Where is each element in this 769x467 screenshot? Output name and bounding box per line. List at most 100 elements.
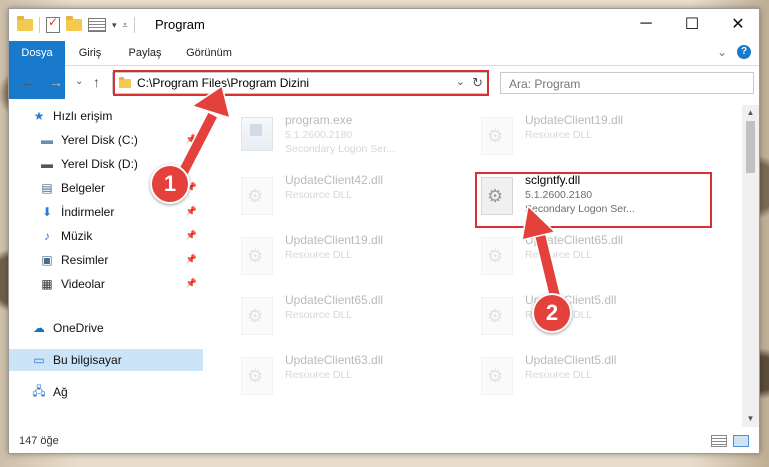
list-item[interactable]: UpdateClient63.dll Resource DLL: [229, 347, 459, 405]
file-name: UpdateClient42.dll: [285, 173, 384, 187]
video-icon: ▦: [41, 277, 53, 291]
minimize-button[interactable]: ─: [623, 9, 669, 39]
chevron-down-icon[interactable]: ▾: [112, 20, 117, 31]
list-item[interactable]: UpdateClient42.dll Resource DLL: [229, 167, 459, 225]
scroll-down-icon[interactable]: ▼: [742, 411, 759, 427]
sidebar-item-label: Belgeler: [61, 181, 106, 195]
customize-toolbar-icon[interactable]: ⩡: [123, 20, 128, 31]
file-list: program.exe 5.1.2600.2180 Secondary Logo…: [219, 105, 741, 427]
window-title: Program: [155, 17, 205, 32]
sidebar-item-onedrive[interactable]: ☁ OneDrive: [9, 317, 203, 339]
quick-access-toolbar: ▾ ⩡: [17, 15, 135, 33]
expand-ribbon-icon[interactable]: ⌄: [717, 45, 727, 59]
search-input[interactable]: Ara: Program: [509, 77, 580, 91]
divider: [133, 17, 135, 33]
close-button[interactable]: ✕: [715, 9, 761, 39]
pin-icon[interactable]: 📌: [186, 278, 197, 289]
details-view-icon[interactable]: [711, 435, 727, 447]
list-item[interactable]: UpdateClient5.dll Resource DLL: [469, 347, 699, 405]
tab-view[interactable]: Görünüm: [177, 41, 241, 65]
drive-icon: ▬: [41, 133, 53, 147]
sidebar-item-label: Resimler: [61, 253, 109, 267]
file-description: Resource DLL: [285, 189, 353, 201]
large-icons-view-icon[interactable]: [733, 435, 749, 447]
sidebar-item-label: İndirmeler: [61, 205, 115, 219]
file-description: Resource DLL: [285, 369, 353, 381]
file-description: Resource DLL: [525, 249, 593, 261]
sidebar-item-downloads[interactable]: ⬇ İndirmeler 📌: [9, 201, 203, 223]
pin-icon[interactable]: 📌: [186, 134, 197, 145]
list-item[interactable]: UpdateClient19.dll Resource DLL: [469, 107, 699, 165]
sidebar-item-pictures[interactable]: ▣ Resimler 📌: [9, 249, 203, 271]
file-name: UpdateClient63.dll: [285, 353, 384, 367]
sidebar-item-quick-access[interactable]: ★ Hızlı erişim: [9, 105, 203, 127]
sidebar-item-network[interactable]: 🖧 Ağ: [9, 381, 203, 403]
ribbon-right-controls: ⌄ ?: [717, 45, 751, 59]
computer-icon: ▭: [33, 353, 45, 367]
file-version: 5.1.2600.2180: [285, 129, 353, 141]
file-name: UpdateClient5.dll: [525, 353, 617, 367]
file-description: Resource DLL: [285, 249, 353, 261]
dll-file-icon: [481, 297, 513, 335]
file-description: Resource DLL: [525, 129, 593, 141]
search-box[interactable]: Ara: Program: [500, 72, 754, 94]
tab-share[interactable]: Paylaş: [117, 41, 173, 65]
pin-icon[interactable]: 📌: [186, 158, 197, 169]
tab-home[interactable]: Giriş: [67, 41, 113, 65]
star-icon: ★: [33, 109, 45, 123]
sidebar-item-label: Videolar: [61, 277, 105, 291]
list-item[interactable]: program.exe 5.1.2600.2180 Secondary Logo…: [229, 107, 459, 165]
view-icon[interactable]: [88, 18, 106, 32]
help-icon[interactable]: ?: [737, 45, 751, 59]
up-button[interactable]: ↑: [93, 74, 100, 90]
sidebar-item-label: Yerel Disk (C:): [61, 133, 138, 147]
pin-icon[interactable]: 📌: [186, 206, 197, 217]
pictures-icon: ▣: [41, 253, 53, 267]
properties-icon[interactable]: [46, 15, 60, 33]
dll-file-icon: [481, 237, 513, 275]
sidebar-item-label: Hızlı erişim: [53, 109, 113, 123]
dll-file-icon: [241, 237, 273, 275]
drive-icon: ▬: [41, 157, 53, 171]
maximize-button[interactable]: ☐: [669, 9, 715, 39]
file-name: UpdateClient19.dll: [285, 233, 384, 247]
file-name: program.exe: [285, 113, 353, 127]
pin-icon[interactable]: 📌: [186, 230, 197, 241]
new-folder-icon[interactable]: [66, 16, 82, 31]
step-badge-2: 2: [532, 293, 572, 333]
list-item[interactable]: UpdateClient5.dll Resource DLL: [469, 287, 699, 345]
back-button[interactable]: ←: [21, 74, 35, 90]
title-bar: ▾ ⩡ Program ─ ☐ ✕: [9, 9, 759, 41]
file-highlight-box: [475, 172, 712, 228]
navigation-bar: ← → ⌄ ↑ C:\Program Files\Program Dizini …: [9, 66, 759, 100]
sidebar-item-local-disk-c[interactable]: ▬ Yerel Disk (C:) 📌: [9, 129, 203, 151]
network-icon: 🖧: [32, 383, 46, 398]
list-item[interactable]: UpdateClient19.dll Resource DLL: [229, 227, 459, 285]
step-badge-1: 1: [150, 164, 190, 204]
cloud-icon: ☁: [33, 321, 45, 335]
dll-file-icon: [241, 297, 273, 335]
file-description: Resource DLL: [285, 309, 353, 321]
dll-file-icon: [241, 177, 273, 215]
sidebar-item-label: Müzik: [61, 229, 93, 243]
download-icon: ⬇: [41, 205, 53, 219]
sidebar-item-videos[interactable]: ▦ Videolar 📌: [9, 273, 203, 295]
pin-icon[interactable]: 📌: [186, 254, 197, 265]
sidebar-item-label: Ağ: [53, 385, 68, 399]
dll-file-icon: [481, 357, 513, 395]
file-name: UpdateClient19.dll: [525, 113, 624, 127]
status-bar: 147 öğe: [9, 427, 759, 453]
scroll-thumb[interactable]: [746, 121, 755, 173]
address-highlight-box: [113, 70, 489, 96]
vertical-scrollbar[interactable]: ▲ ▼: [742, 105, 759, 427]
scroll-up-icon[interactable]: ▲: [742, 105, 759, 121]
list-item[interactable]: UpdateClient65.dll Resource DLL: [469, 227, 699, 285]
sidebar-item-this-pc[interactable]: ▭ Bu bilgisayar: [9, 349, 203, 371]
document-icon: ▤: [41, 181, 53, 195]
sidebar-item-music[interactable]: ♪ Müzik 📌: [9, 225, 203, 247]
divider: [39, 17, 40, 33]
recent-locations-button[interactable]: ⌄: [75, 76, 83, 87]
list-item[interactable]: UpdateClient65.dll Resource DLL: [229, 287, 459, 345]
music-icon: ♪: [44, 229, 50, 243]
forward-button[interactable]: →: [49, 74, 63, 90]
